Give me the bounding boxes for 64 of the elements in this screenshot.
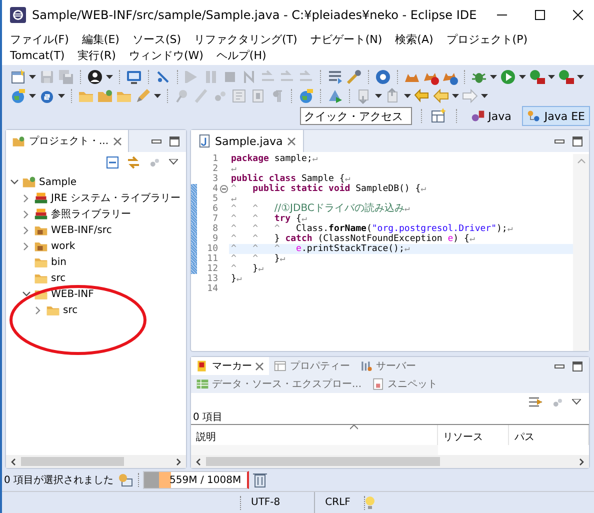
view-tab[interactable]: マーカー (191, 357, 269, 375)
menu-item[interactable]: ソース(S) (132, 32, 182, 47)
tree-item[interactable]: WEB-INF/src (51, 224, 112, 236)
code-line: ^ ^ } catch (ClassNotFoundException e) {↵ (230, 234, 476, 244)
perspective-button[interactable]: Java (466, 106, 516, 126)
view-tab[interactable]: スニペット (366, 375, 443, 393)
line-number: 3 (212, 174, 219, 184)
code-line: ^ public static void SampleDB() {↵ (230, 184, 428, 194)
quick-access-field[interactable]: クイック・アクセス (300, 107, 412, 125)
menu-item[interactable]: ヘルプ(H) (216, 48, 266, 63)
item-count: 0 項目 (191, 411, 589, 425)
view-tab[interactable]: データ・ソース・エクスプロー... (191, 375, 367, 393)
editor-tab[interactable]: Sample.java (191, 130, 304, 152)
heap-reading: 559M / 1008M (168, 474, 242, 486)
status-message: 0 項目が選択されました (4, 474, 114, 487)
line-number: 13 (206, 274, 219, 284)
line-number: 11 (206, 254, 219, 264)
column-header[interactable]: パス (509, 425, 589, 445)
code-line: ^ ^ try {↵ (230, 214, 308, 224)
line-ending-label: CRLF (324, 497, 352, 508)
code-line: ^ ^ }↵ (230, 254, 286, 264)
line-number: 4 (212, 184, 219, 194)
menu-item[interactable]: ファイル(F) (10, 32, 69, 47)
menu-item[interactable]: Tomcat(T) (10, 48, 65, 63)
line-number: 14 (206, 284, 219, 294)
line-number: 8 (212, 224, 219, 234)
menu-item[interactable]: プロジェクト(P) (446, 32, 528, 47)
tree-item[interactable]: JRE システム・ライブラリー (51, 191, 180, 205)
line-number: 2 (212, 164, 219, 174)
tree-item[interactable]: bin (51, 256, 66, 268)
tree-item[interactable]: work (51, 240, 76, 252)
code-line: ↵ (230, 164, 236, 174)
column-header[interactable]: リソース (438, 425, 510, 445)
perspective-button[interactable]: Java EE (522, 106, 590, 126)
line-number: 1 (212, 154, 219, 164)
code-line: ^ ^ //①JDBCドライバの読み込み↵ (230, 204, 411, 214)
code-line: }↵ (230, 274, 243, 284)
menu-item[interactable]: 編集(E) (82, 32, 120, 47)
code-line: ^ }↵ (230, 264, 265, 274)
tree-item[interactable]: WEB-INF (51, 288, 94, 300)
line-number: 6 (212, 204, 219, 214)
code-line: public class Sample {↵ (230, 174, 352, 184)
menu-item[interactable]: 実行(R) (78, 48, 116, 63)
menu-item[interactable]: ナビゲート(N) (310, 32, 382, 47)
tree-item[interactable]: Sample (39, 176, 76, 188)
menu-item[interactable]: ウィンドウ(W) (128, 48, 204, 63)
code-line: package sample;↵ (230, 154, 319, 164)
code-line: ↵ (230, 194, 238, 204)
line-number: 12 (206, 264, 219, 274)
menu-item[interactable]: 検索(A) (395, 32, 434, 47)
line-number: 10 (206, 244, 219, 254)
view-tab[interactable]: プロジェクト・... (6, 130, 129, 152)
tree-item[interactable]: src (63, 304, 78, 316)
tree-item[interactable]: src (51, 272, 66, 284)
view-tab[interactable]: プロパティー (269, 357, 355, 375)
line-number: 5 (212, 194, 219, 204)
code-line: ^ ^ ^ Class.forName("org.postgresol.Driver");↵ (230, 224, 514, 234)
encoding-label: UTF-8 (250, 497, 282, 508)
window-title: Sample/WEB-INF/src/sample/Sample.java - C:¥pleiades¥neko - Eclipse IDE (32, 8, 477, 22)
line-number: 9 (212, 234, 219, 244)
line-number: 7 (212, 214, 219, 224)
tree-item[interactable]: 参照ライブラリー (51, 207, 131, 221)
menu-item[interactable]: リファクタリング(T) (194, 32, 298, 47)
view-tab[interactable]: サーバー (355, 357, 421, 375)
